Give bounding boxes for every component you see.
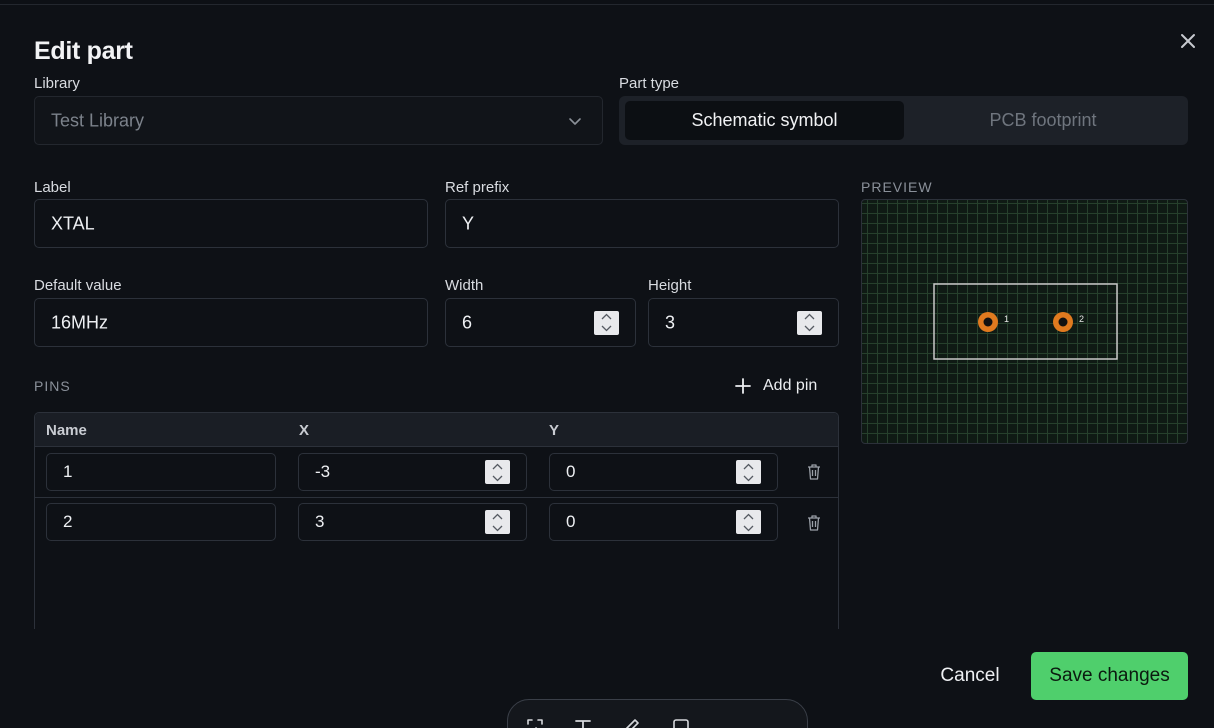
pin-y-value: 0: [566, 512, 576, 531]
pin-y-input[interactable]: 0: [549, 453, 778, 491]
trash-icon[interactable]: [806, 514, 822, 532]
pin-x-input[interactable]: 3: [298, 503, 527, 541]
increment-icon[interactable]: [736, 460, 761, 472]
part-type-option-pcb[interactable]: PCB footprint: [904, 101, 1182, 140]
height-input[interactable]: 3: [648, 298, 839, 347]
pin-pad-1: [978, 312, 998, 332]
library-value: Test Library: [51, 110, 145, 130]
library-select[interactable]: Test Library: [34, 96, 603, 145]
drawing-toolbar: [507, 699, 808, 728]
increment-icon[interactable]: [594, 311, 619, 323]
pin-label-2: 2: [1079, 314, 1084, 324]
ref-prefix-value: Y: [462, 213, 475, 233]
pin-x-value: -3: [315, 462, 331, 481]
ref-prefix-label: Ref prefix: [445, 179, 510, 196]
pin-name-value: 2: [63, 512, 73, 531]
pin-name-input[interactable]: 2: [46, 503, 276, 541]
text-icon[interactable]: [572, 716, 594, 728]
library-label: Library: [34, 75, 80, 92]
pencil-icon[interactable]: [620, 716, 642, 728]
cancel-button[interactable]: Cancel: [925, 652, 1015, 700]
part-type-label: Part type: [619, 75, 680, 92]
pin-y-value: 0: [566, 462, 576, 481]
width-input[interactable]: 6: [445, 298, 636, 347]
pin-y-input[interactable]: 0: [549, 503, 778, 541]
default-value-input[interactable]: 16MHz: [34, 298, 428, 347]
width-value: 6: [462, 312, 473, 332]
pins-table: Name X Y 1 -3 0 2 3 0: [34, 412, 839, 629]
increment-icon[interactable]: [797, 311, 822, 323]
pin-x-stepper[interactable]: [485, 460, 510, 484]
pin-label-1: 1: [1004, 314, 1009, 324]
part-type-toggle: Schematic symbol PCB footprint: [619, 96, 1188, 145]
height-value: 3: [665, 312, 676, 332]
trash-icon[interactable]: [806, 463, 822, 481]
label-field-label: Label: [34, 179, 71, 196]
increment-icon[interactable]: [485, 460, 510, 472]
pins-table-header: Name X Y: [35, 413, 838, 447]
select-icon[interactable]: [524, 716, 546, 728]
add-pin-label: Add pin: [763, 377, 818, 394]
pins-section-title: PINS: [34, 378, 71, 394]
default-value-label: Default value: [34, 277, 122, 294]
part-outline: [933, 283, 1118, 360]
pin-y-stepper[interactable]: [736, 510, 761, 534]
rectangle-icon[interactable]: [670, 716, 692, 728]
pin-x-input[interactable]: -3: [298, 453, 527, 491]
pin-x-value: 3: [315, 512, 325, 531]
increment-icon[interactable]: [485, 510, 510, 522]
pin-name-input[interactable]: 1: [46, 453, 276, 491]
label-input-value: XTAL: [51, 213, 95, 233]
column-header-name: Name: [46, 422, 87, 439]
height-stepper[interactable]: [797, 310, 822, 335]
decrement-icon[interactable]: [485, 522, 510, 534]
decrement-icon[interactable]: [485, 472, 510, 484]
save-changes-button[interactable]: Save changes: [1031, 652, 1188, 700]
label-input[interactable]: XTAL: [34, 199, 428, 248]
increment-icon[interactable]: [736, 510, 761, 522]
pin-y-stepper[interactable]: [736, 460, 761, 484]
decrement-icon[interactable]: [797, 323, 822, 335]
decrement-icon[interactable]: [736, 472, 761, 484]
height-label: Height: [648, 277, 692, 294]
ref-prefix-input[interactable]: Y: [445, 199, 839, 248]
plus-icon: [735, 378, 751, 394]
column-header-y: Y: [549, 422, 560, 439]
preview-title: PREVIEW: [861, 179, 933, 195]
part-type-option-schematic[interactable]: Schematic symbol: [625, 101, 904, 140]
decrement-icon[interactable]: [594, 323, 619, 335]
add-pin-button[interactable]: Add pin: [733, 373, 817, 399]
decrement-icon[interactable]: [736, 522, 761, 534]
column-header-x: X: [299, 422, 310, 439]
pin-pad-2: [1053, 312, 1073, 332]
width-stepper[interactable]: [594, 310, 619, 335]
row-divider: [35, 497, 838, 498]
dialog-title: Edit part: [34, 37, 133, 65]
part-preview-drawing: 1 2: [933, 283, 1118, 360]
pin-name-value: 1: [63, 462, 73, 481]
default-value-value: 16MHz: [51, 312, 109, 332]
chevron-down-icon: [569, 117, 581, 125]
edit-part-dialog: Edit part Library Test Library Part type…: [0, 4, 1214, 728]
pin-x-stepper[interactable]: [485, 510, 510, 534]
preview-canvas: 1 2: [861, 199, 1188, 444]
close-icon[interactable]: [1176, 29, 1200, 53]
width-label: Width: [445, 277, 484, 294]
